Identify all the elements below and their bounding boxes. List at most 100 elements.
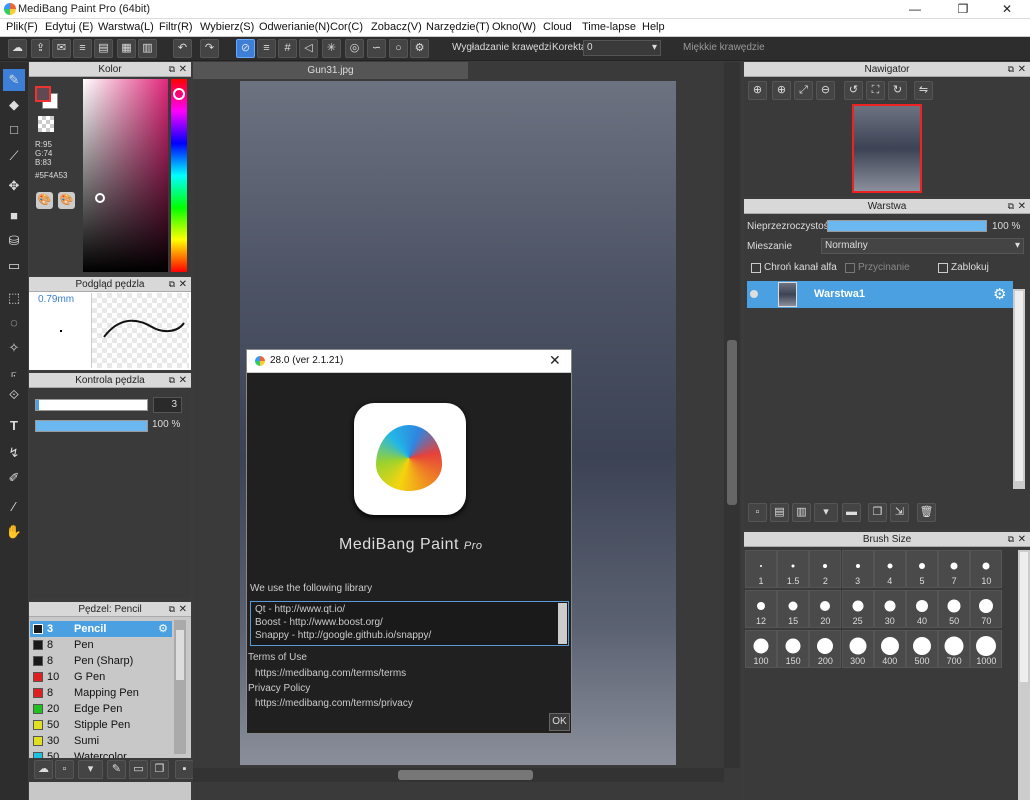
- menu-color[interactable]: Cor(C): [330, 21, 363, 33]
- brush-size-option[interactable]: 4: [873, 550, 906, 588]
- library-scrollbar[interactable]: [558, 603, 567, 644]
- close-icon[interactable]: ✕: [179, 62, 187, 77]
- brush-size-option[interactable]: 2: [809, 550, 842, 588]
- folder-icon[interactable]: ▭: [129, 760, 148, 779]
- layer-scroll-thumb[interactable]: [1015, 291, 1023, 481]
- duplicate-brush-icon[interactable]: ❐: [150, 760, 169, 779]
- brush-size-option[interactable]: 1.5: [777, 550, 810, 588]
- close-icon[interactable]: ✕: [179, 277, 187, 292]
- popout-icon[interactable]: ⧉: [169, 602, 175, 617]
- rect-select-icon[interactable]: ⬚: [3, 287, 25, 309]
- document-tab[interactable]: Gun31.jpg: [193, 62, 468, 79]
- popout-icon[interactable]: ⧉: [169, 373, 175, 388]
- brush-size-option[interactable]: 300: [841, 630, 874, 668]
- close-icon[interactable]: ✕: [1018, 62, 1026, 77]
- h-scroll-thumb[interactable]: [398, 770, 533, 780]
- canvas-vertical-scrollbar[interactable]: [724, 62, 740, 768]
- brush-size-option[interactable]: 150: [777, 630, 810, 668]
- saturation-value-picker[interactable]: [83, 79, 168, 272]
- brush-item[interactable]: 3 Pencil ⚙: [30, 621, 172, 637]
- blend-mode-dropdown[interactable]: Normalny ▾: [821, 238, 1024, 254]
- hand-tool-icon[interactable]: ✋: [3, 521, 25, 543]
- dot-tool-icon[interactable]: □: [3, 119, 25, 141]
- fit-view-icon[interactable]: ⛶: [866, 81, 885, 100]
- popout-icon[interactable]: ⧉: [169, 277, 175, 292]
- popout-icon[interactable]: ⧉: [169, 62, 175, 77]
- brush-settings-icon[interactable]: ✎: [107, 760, 126, 779]
- restore-button[interactable]: ❐: [940, 0, 986, 19]
- divide-tool-icon[interactable]: ✐: [3, 467, 25, 489]
- select-eraser-icon[interactable]: ⟐: [3, 384, 25, 406]
- radial-snap-icon[interactable]: ✳: [322, 39, 341, 58]
- brush-item[interactable]: 8 Mapping Pen: [30, 685, 172, 701]
- menu-image[interactable]: Odwerianie(N): [259, 21, 330, 33]
- menu-layer[interactable]: Warstwa(L): [98, 21, 154, 33]
- lock-checkbox[interactable]: [938, 263, 948, 273]
- visibility-icon[interactable]: [750, 290, 758, 298]
- chat-icon[interactable]: ✉: [52, 39, 71, 58]
- layer-scrollbar[interactable]: [1013, 289, 1025, 489]
- rotate-left-icon[interactable]: ↺: [844, 81, 863, 100]
- brush-size-scroll-thumb[interactable]: [1020, 552, 1028, 682]
- brush-size-option[interactable]: 1: [745, 550, 777, 588]
- comment-icon[interactable]: ≡: [73, 39, 92, 58]
- shape-tool-icon[interactable]: ■: [3, 205, 25, 227]
- rotate-right-icon[interactable]: ↻: [888, 81, 907, 100]
- brush-item[interactable]: 8 Pen: [30, 637, 172, 653]
- brush-size-option[interactable]: 1000: [970, 630, 1003, 668]
- scroll-thumb[interactable]: [176, 630, 184, 680]
- zoom-in-2-icon[interactable]: ⊕: [772, 81, 791, 100]
- layer-opacity-slider[interactable]: [827, 220, 987, 232]
- magic-wand-icon[interactable]: ✧: [3, 337, 25, 359]
- page-icon[interactable]: ▤: [94, 39, 113, 58]
- lasso-select-icon[interactable]: ◌: [3, 312, 25, 334]
- add-brush-icon[interactable]: ▾: [78, 760, 103, 779]
- brush-opacity-slider[interactable]: [35, 420, 148, 432]
- brush-size-option[interactable]: 15: [777, 590, 810, 628]
- brush-size-option[interactable]: 10: [970, 550, 1003, 588]
- palette-icon[interactable]: 🎨: [36, 192, 53, 209]
- sv-picker-handle[interactable]: [95, 193, 105, 203]
- close-icon[interactable]: ✕: [1018, 532, 1026, 547]
- brush-item[interactable]: 20 Edge Pen: [30, 701, 172, 717]
- terms-link[interactable]: https://medibang.com/terms/terms: [255, 668, 406, 679]
- hue-slider[interactable]: [171, 79, 187, 272]
- brush-size-option[interactable]: 20: [809, 590, 842, 628]
- duplicate-layer-icon[interactable]: ❐: [868, 503, 887, 522]
- new-halftone-layer-icon[interactable]: ▤: [770, 503, 789, 522]
- clip-checkbox[interactable]: [845, 263, 855, 273]
- menu-edit[interactable]: Edytuj (E): [45, 21, 93, 33]
- bucket-tool-icon[interactable]: ⛁: [3, 230, 25, 252]
- popout-icon[interactable]: ⧉: [1008, 532, 1014, 547]
- menu-tools[interactable]: Narzędzie(T): [426, 21, 490, 33]
- zoom-in-icon[interactable]: ⊕: [748, 81, 767, 100]
- brush-item[interactable]: 10 G Pen: [30, 669, 172, 685]
- brush-settings-icon[interactable]: ⚙: [158, 621, 168, 637]
- brush-item[interactable]: 50 Stipple Pen: [30, 717, 172, 733]
- library-list[interactable]: Qt - http://www.qt.io/ Boost - http://ww…: [250, 601, 569, 646]
- select-pen-icon[interactable]: ⟔: [3, 362, 25, 384]
- curve-snap-icon[interactable]: ∽: [367, 39, 386, 58]
- privacy-link[interactable]: https://medibang.com/terms/privacy: [255, 698, 413, 709]
- menu-timelapse[interactable]: Time-lapse: [582, 21, 636, 33]
- brush-size-slider[interactable]: [35, 399, 148, 411]
- undo-icon[interactable]: ↶: [173, 39, 192, 58]
- delete-brush-icon[interactable]: ▪: [175, 760, 194, 779]
- menu-filter[interactable]: Filtr(R): [159, 21, 193, 33]
- minimize-button[interactable]: —: [892, 0, 938, 19]
- parallel-snap-icon[interactable]: ≡: [257, 39, 276, 58]
- brush-size-option[interactable]: 70: [970, 590, 1003, 628]
- layer-folder-icon[interactable]: ▬: [842, 503, 861, 522]
- correction-dropdown[interactable]: 0 ▾: [583, 40, 661, 56]
- new-layer-icon[interactable]: ▫: [748, 503, 767, 522]
- brush-size-option[interactable]: 50: [938, 590, 971, 628]
- perspective-snap-icon[interactable]: ◁: [299, 39, 318, 58]
- menu-select[interactable]: Wybierz(S): [200, 21, 254, 33]
- operation-tool-icon[interactable]: ↯: [3, 442, 25, 464]
- text-tool-icon[interactable]: T: [3, 415, 25, 437]
- upload-icon[interactable]: ⇪: [31, 39, 50, 58]
- brush-size-scrollbar[interactable]: [1018, 550, 1030, 800]
- eraser-tool-icon[interactable]: ◆: [3, 94, 25, 116]
- layer-settings-icon[interactable]: ⚙: [993, 285, 1006, 303]
- brush-size-option[interactable]: 400: [873, 630, 906, 668]
